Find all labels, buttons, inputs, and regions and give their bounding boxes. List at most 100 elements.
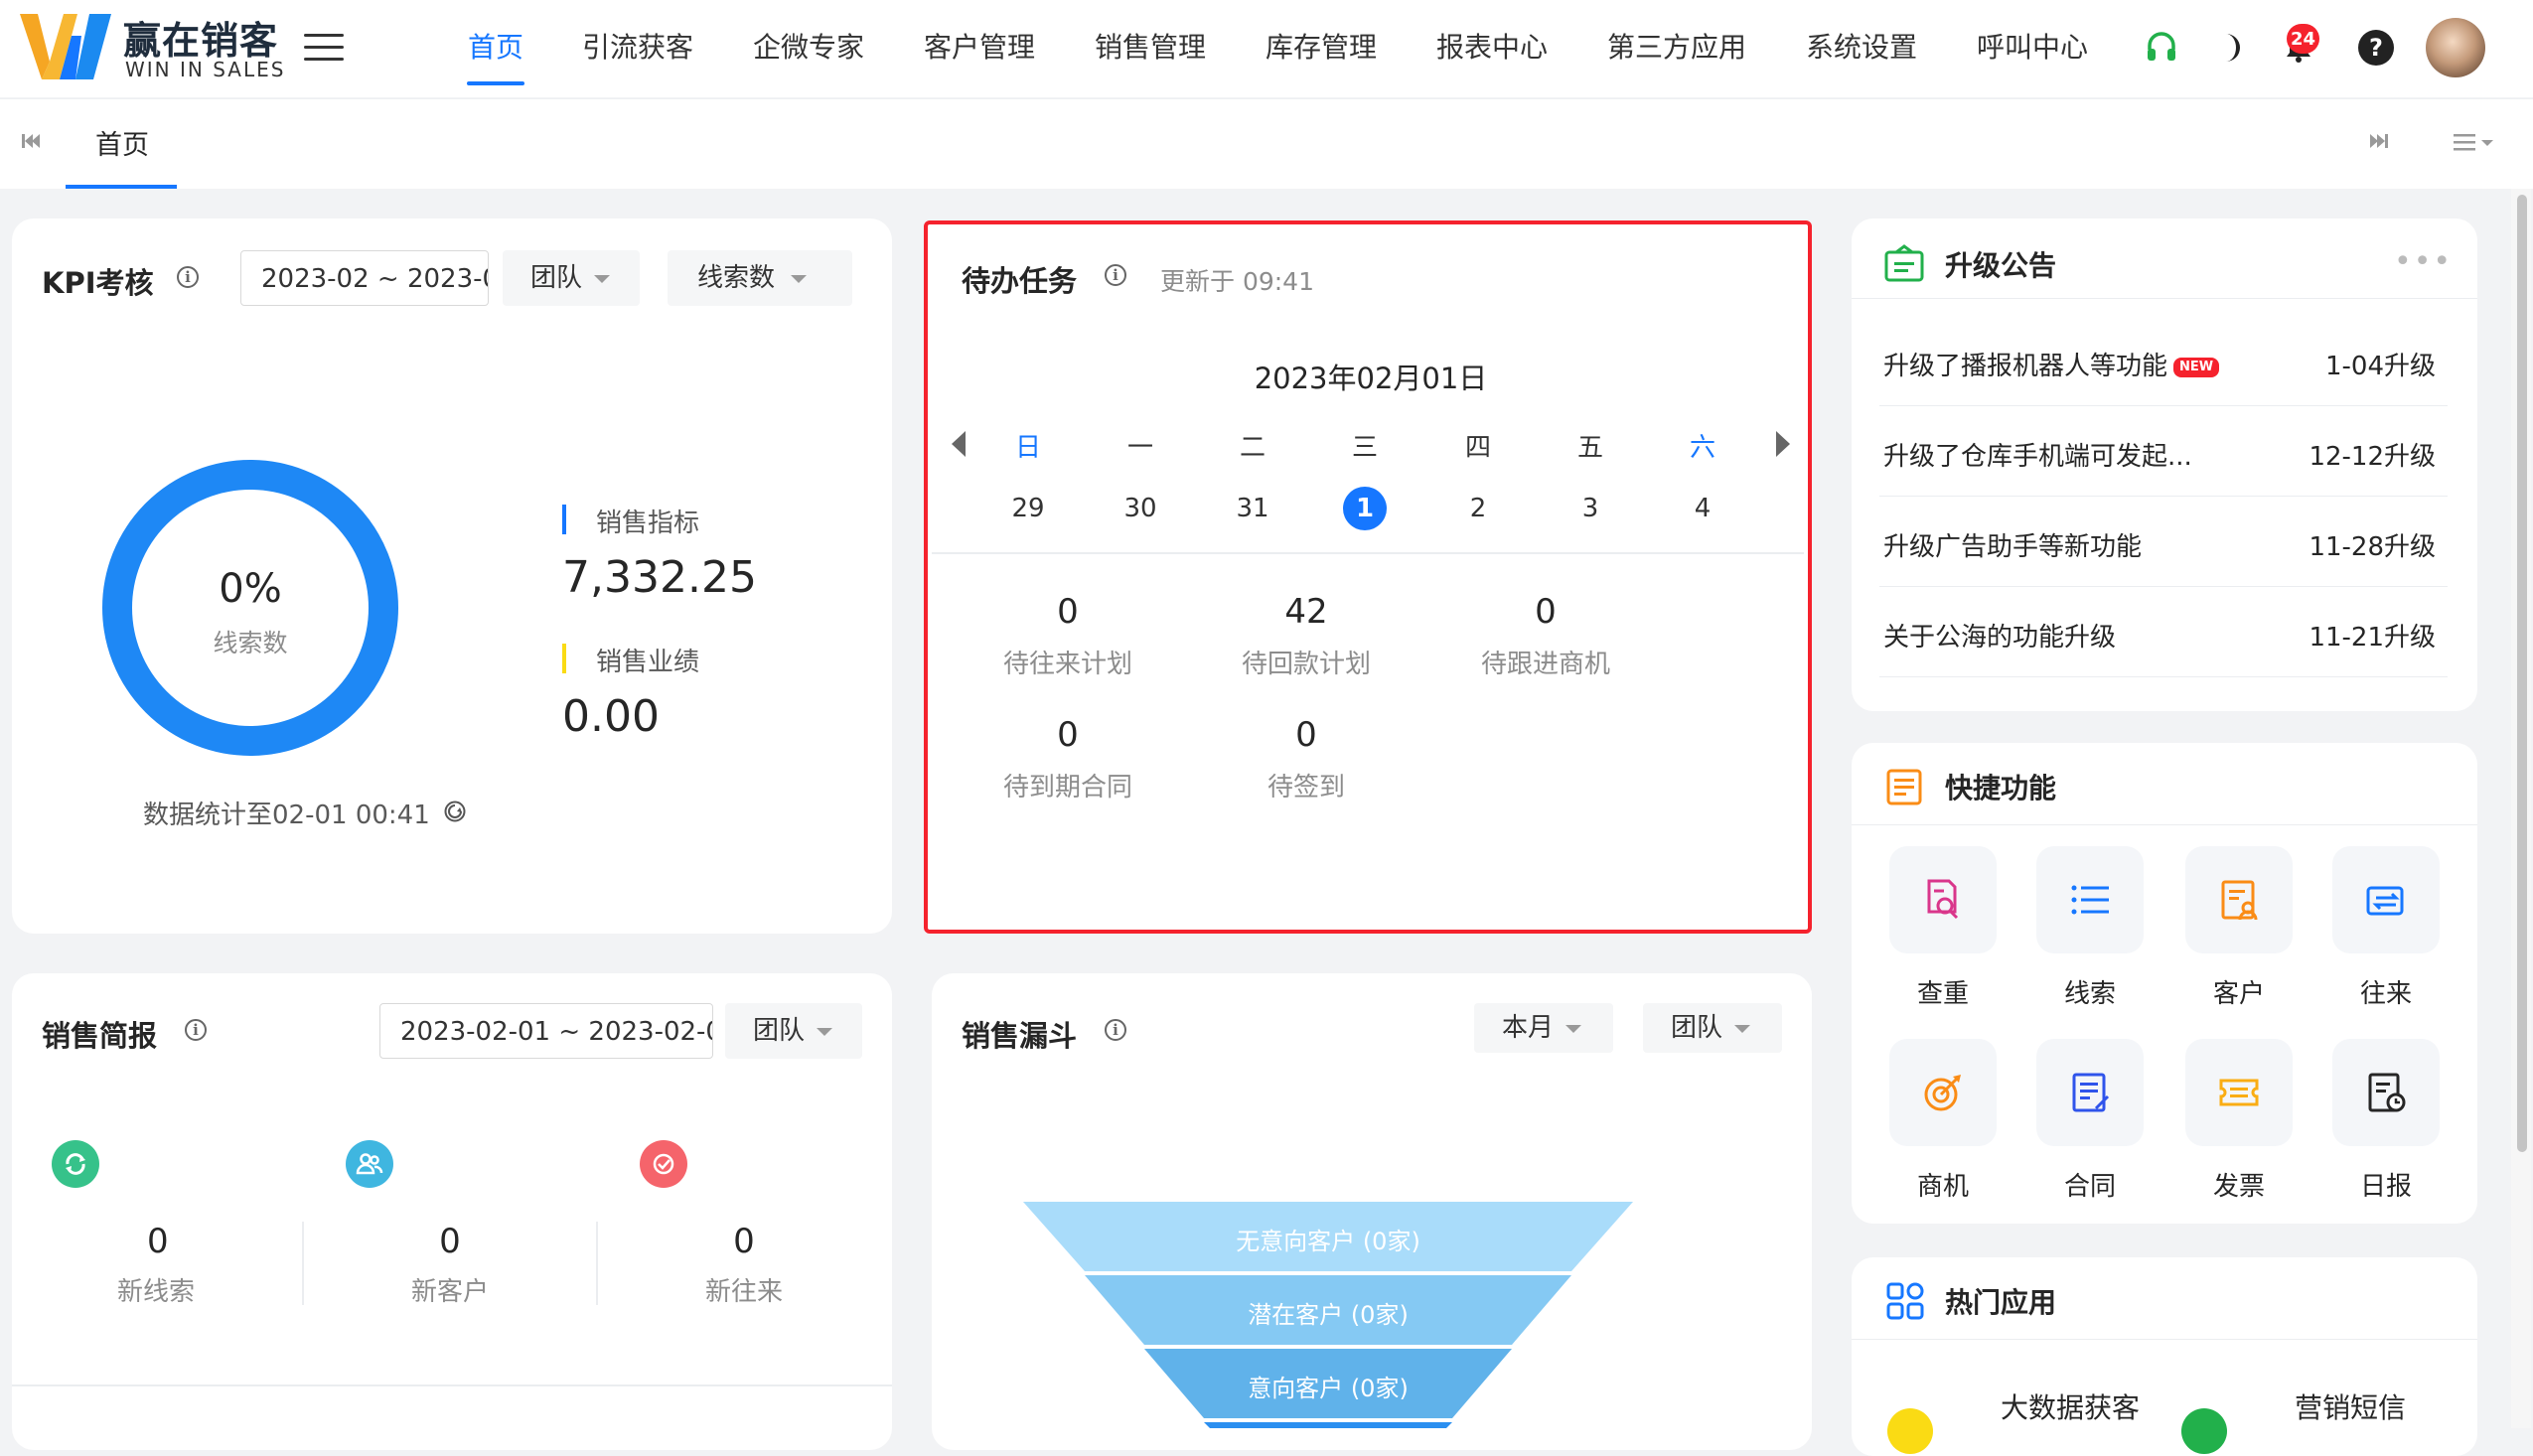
todo-count[interactable]: 42 [1232, 592, 1381, 632]
kpi-target-value: 7,332.25 [562, 552, 757, 603]
quick-daily-report-button[interactable] [2332, 1039, 2440, 1146]
nav-lead-generation[interactable]: 引流获客 [582, 26, 693, 66]
brief-count[interactable]: 0 [670, 1222, 819, 1261]
user-avatar[interactable] [2426, 18, 2485, 77]
chevron-down-icon [791, 275, 807, 283]
calendar-day[interactable]: 31 [1231, 487, 1274, 530]
quick-contract-button[interactable] [2036, 1039, 2144, 1146]
quick-functions-title: 快捷功能 [1945, 772, 2057, 804]
quick-label: 商机 [1916, 1172, 1969, 1202]
funnel-period-select[interactable]: 本月 [1474, 1003, 1613, 1053]
headset-icon[interactable] [2142, 28, 2181, 68]
target-icon [1924, 1075, 1961, 1111]
quick-list-icon [1885, 767, 1923, 810]
nav-sales-management[interactable]: 销售管理 [1095, 26, 1206, 66]
funnel-period-value: 本月 [1502, 1013, 1555, 1043]
menu-toggle-button[interactable] [304, 34, 344, 64]
kpi-metric-select[interactable]: 线索数 [668, 250, 852, 306]
calendar-day[interactable]: 30 [1118, 487, 1162, 530]
brief-date-range-input[interactable]: 2023-02-01 ~ 2023-02-01 [379, 1003, 713, 1059]
nav-system-settings[interactable]: 系统设置 [1806, 26, 1917, 66]
kpi-scope-value: 团队 [530, 263, 583, 293]
chevron-down-icon [817, 1028, 832, 1036]
calendar-day-selected[interactable]: 1 [1343, 487, 1387, 530]
quick-label: 客户 [2212, 979, 2265, 1009]
chevron-down-icon [1734, 1025, 1750, 1033]
big-data-app-icon[interactable] [1887, 1408, 1933, 1454]
brief-scope-select[interactable]: 团队 [725, 1003, 862, 1059]
quick-duplicate-check-button[interactable] [1889, 846, 1997, 953]
announcement-item[interactable]: 升级广告助手等新功能 11-28升级 [1879, 497, 2448, 587]
announcement-text: 升级了播报机器人等功能 [1883, 352, 2168, 381]
tab-home[interactable]: 首页 [95, 123, 149, 162]
funnel-stage-next[interactable] [1204, 1422, 1452, 1428]
hot-apps-divider [1852, 1339, 2477, 1340]
todo-card [924, 220, 1812, 934]
perf-bar-marker [562, 644, 566, 673]
todo-count[interactable]: 0 [1232, 715, 1381, 755]
weekday-tue: 二 [1239, 433, 1266, 463]
funnel-scope-select[interactable]: 团队 [1643, 1003, 1782, 1053]
nav-home[interactable]: 首页 [468, 26, 523, 66]
todo-label: 待到期合同 [1002, 773, 1132, 802]
announcement-item[interactable]: 关于公海的功能升级 11-21升级 [1879, 587, 2448, 677]
weekday-sat: 六 [1689, 433, 1715, 463]
nav-customer-management[interactable]: 客户管理 [924, 26, 1035, 66]
dark-mode-icon[interactable] [2211, 28, 2251, 68]
tab-scroll-right-icon[interactable] [2368, 131, 2390, 155]
todo-info-icon[interactable]: i [1105, 264, 1126, 286]
notification-badge: 24 [2287, 24, 2320, 54]
quick-exchange-button[interactable] [2332, 846, 2440, 953]
target-bar-marker [562, 505, 566, 534]
calendar-day[interactable]: 2 [1456, 487, 1500, 530]
tab-scroll-left-icon[interactable] [20, 131, 42, 155]
help-icon[interactable]: ? [2356, 28, 2396, 68]
brief-info-icon[interactable]: i [185, 1019, 207, 1041]
nav-call-center[interactable]: 呼叫中心 [1977, 26, 2088, 66]
nav-wecom-expert[interactable]: 企微专家 [753, 26, 864, 66]
calendar-day[interactable]: 4 [1681, 487, 1724, 530]
refresh-icon[interactable] [443, 800, 467, 827]
page-scrollbar-thumb[interactable] [2517, 195, 2527, 1152]
announcement-divider [1852, 298, 2477, 299]
brief-label: 新客户 [410, 1277, 489, 1307]
todo-label: 待往来计划 [1002, 650, 1132, 679]
kpi-scope-select[interactable]: 团队 [503, 250, 640, 306]
tab-menu-icon[interactable] [2454, 131, 2497, 157]
hot-app-item[interactable]: 大数据获客 [2001, 1386, 2140, 1426]
nav-third-party-apps[interactable]: 第三方应用 [1607, 26, 1746, 66]
brief-count[interactable]: 0 [375, 1222, 524, 1261]
quick-opportunity-button[interactable] [1889, 1039, 1997, 1146]
quick-customer-button[interactable] [2185, 846, 2293, 953]
nav-inventory-management[interactable]: 库存管理 [1266, 26, 1377, 66]
brand-name-en: WIN IN SALES [125, 58, 286, 81]
announcement-date: 11-21升级 [2309, 623, 2436, 653]
logo-w-icon[interactable] [20, 14, 111, 79]
brief-count[interactable]: 0 [79, 1222, 238, 1261]
todo-count[interactable]: 0 [1471, 592, 1620, 632]
calendar-day[interactable]: 3 [1568, 487, 1612, 530]
quick-leads-button[interactable] [2036, 846, 2144, 953]
hot-app-item[interactable]: 营销短信 [2295, 1386, 2406, 1426]
calendar-next-icon[interactable] [1774, 431, 1790, 461]
exchange-icon [2366, 886, 2404, 916]
announcement-item[interactable]: 升级了播报机器人等功能 NEW 1-04升级 [1879, 316, 2448, 406]
daily-report-icon [2368, 1073, 2406, 1112]
doc-search-icon [1927, 879, 1959, 920]
brand-name: 赢在销客 [123, 19, 279, 63]
sms-app-icon[interactable] [2181, 1408, 2227, 1454]
more-icon[interactable]: ••• [2394, 244, 2453, 279]
funnel-stage-label: 无意向客户 (0家) [1236, 1228, 1420, 1255]
funnel-info-icon[interactable]: i [1105, 1019, 1126, 1041]
quick-invoice-button[interactable] [2185, 1039, 2293, 1146]
tab-bar: 首页 [0, 98, 2533, 189]
nav-report-center[interactable]: 报表中心 [1436, 26, 1548, 66]
todo-count[interactable]: 0 [993, 592, 1142, 632]
kpi-info-icon[interactable]: i [177, 266, 199, 288]
calendar-prev-icon[interactable] [952, 431, 968, 461]
kpi-date-range-input[interactable]: 2023-02 ~ 2023-02 [240, 250, 489, 306]
todo-count[interactable]: 0 [993, 715, 1142, 755]
calendar-day[interactable]: 29 [1006, 487, 1050, 530]
announcement-item[interactable]: 升级了仓库手机端可发起... 12-12升级 [1879, 406, 2448, 497]
quick-label: 往来 [2359, 979, 2412, 1009]
